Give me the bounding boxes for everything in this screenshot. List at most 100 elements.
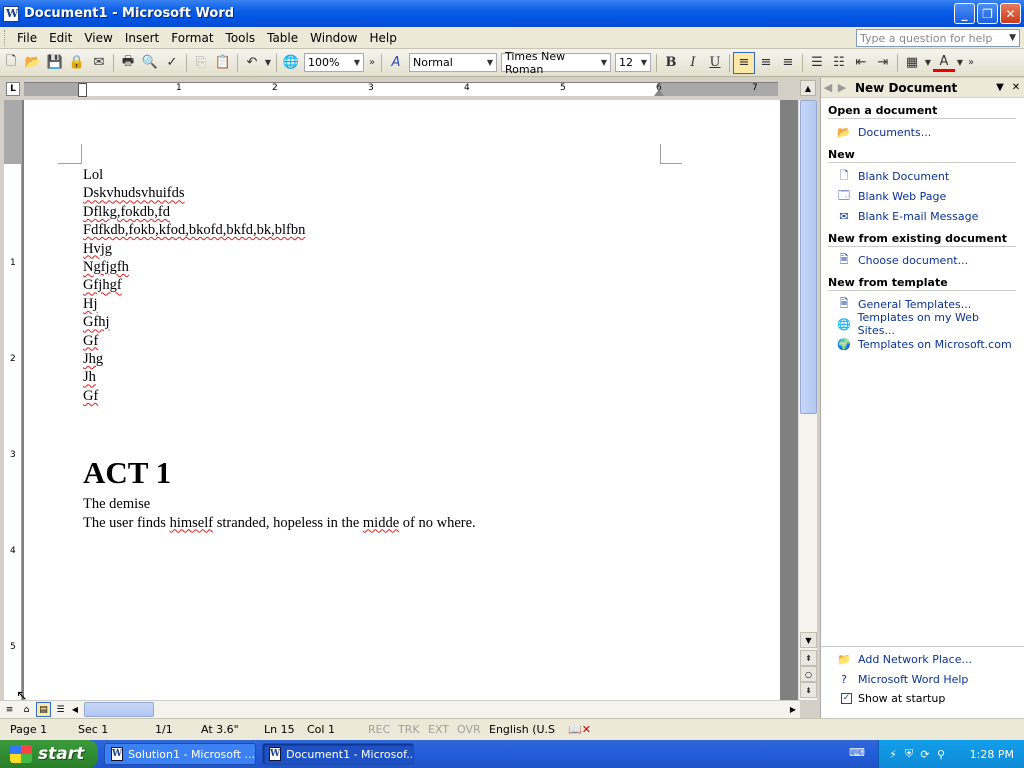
style-select[interactable]: Normal ▼: [409, 53, 497, 72]
menu-edit[interactable]: Edit: [43, 29, 78, 47]
vertical-scroll-thumb[interactable]: [800, 100, 817, 414]
back-arrow-icon[interactable]: ◀: [821, 81, 835, 94]
borders-dropdown-icon[interactable]: ▼: [923, 52, 933, 74]
network-tray-icon[interactable]: ⚡: [885, 748, 901, 761]
blank-email-link[interactable]: ✉ Blank E-mail Message: [828, 206, 1016, 226]
toolbar-options-icon[interactable]: »: [366, 52, 378, 74]
word-help-link[interactable]: ? Microsoft Word Help: [828, 669, 1024, 689]
word-app-icon[interactable]: [3, 5, 19, 22]
spelling-icon[interactable]: ✓: [161, 52, 183, 74]
print-layout-view-icon[interactable]: ▤: [36, 702, 51, 717]
link-label: Microsoft Word Help: [858, 672, 969, 686]
web-layout-view-icon[interactable]: ⌂: [19, 702, 34, 717]
blank-web-page-link[interactable]: 🗔 Blank Web Page: [828, 186, 1016, 206]
document-body[interactable]: Lol Dskvhudsvhuifds Dflkg,fokdb,fd Fdfkdb,f…: [83, 166, 763, 532]
forward-arrow-icon[interactable]: ▶: [835, 81, 849, 94]
documents-link[interactable]: 📂 Documents...: [828, 122, 1016, 142]
microsoft-templates-link[interactable]: 🌍 Templates on Microsoft.com: [828, 334, 1016, 354]
clock[interactable]: 1:28 PM: [970, 748, 1014, 761]
next-page-icon[interactable]: ⇟: [800, 682, 817, 698]
save-icon[interactable]: 💾: [44, 52, 66, 74]
vertical-scrollbar[interactable]: ▼ ⇞ ○ ⇟: [798, 100, 817, 700]
email-icon[interactable]: ✉: [88, 52, 110, 74]
align-right-icon[interactable]: ≡: [777, 52, 799, 74]
scroll-up-arrow-icon[interactable]: ▲: [800, 80, 816, 96]
align-left-icon[interactable]: ≡: [733, 51, 755, 74]
normal-view-icon[interactable]: ≡: [2, 702, 17, 717]
undo-dropdown-icon[interactable]: ▼: [263, 52, 273, 74]
status-ext[interactable]: EXT: [428, 723, 449, 736]
add-network-place-link[interactable]: 📁 Add Network Place...: [828, 649, 1024, 669]
toolbar-options-icon[interactable]: »: [965, 52, 977, 74]
insert-hyperlink-icon[interactable]: 🌐: [280, 52, 302, 74]
vertical-ruler[interactable]: 1 2 3 4 5: [4, 100, 22, 700]
security-shield-icon[interactable]: ⛨: [901, 747, 917, 761]
font-size-select[interactable]: 12 ▼: [615, 53, 651, 72]
align-center-icon[interactable]: ≡: [755, 52, 777, 74]
close-button[interactable]: ✕: [1000, 3, 1021, 24]
italic-button[interactable]: I: [682, 52, 704, 74]
bullets-icon[interactable]: ☷: [828, 52, 850, 74]
print-preview-icon[interactable]: 🔍: [139, 52, 161, 74]
underline-button[interactable]: U: [704, 52, 726, 74]
taskbar-item-solution1[interactable]: W Solution1 - Microsoft ...: [104, 743, 256, 765]
task-pane-close-icon[interactable]: ✕: [1008, 82, 1024, 93]
choose-document-link[interactable]: 🗎 Choose document...: [828, 250, 1016, 270]
tab-selector[interactable]: L: [6, 82, 20, 96]
decrease-indent-icon[interactable]: ⇤: [850, 52, 872, 74]
status-rec[interactable]: REC: [368, 723, 390, 736]
status-trk[interactable]: TRK: [398, 723, 420, 736]
zoom-select[interactable]: 100% ▼: [304, 53, 364, 72]
menu-help[interactable]: Help: [363, 29, 402, 47]
font-color-dropdown-icon[interactable]: ▼: [955, 52, 965, 74]
taskbar-item-document1[interactable]: W Document1 - Microsof...: [262, 743, 414, 765]
restore-button[interactable]: ❐: [977, 3, 998, 24]
scroll-down-arrow-icon[interactable]: ▼: [800, 632, 817, 648]
right-indent-marker[interactable]: [654, 89, 664, 96]
bold-button[interactable]: B: [660, 52, 682, 74]
increase-indent-icon[interactable]: ⇥: [872, 52, 894, 74]
font-color-icon[interactable]: A: [933, 54, 955, 72]
permission-icon[interactable]: 🔒: [66, 52, 88, 74]
scroll-right-arrow-icon[interactable]: ▶: [786, 703, 800, 717]
styles-formatting-icon[interactable]: A: [385, 52, 407, 74]
show-at-startup-checkbox[interactable]: ✓ Show at startup: [821, 689, 1024, 707]
numbering-icon[interactable]: ☰: [806, 52, 828, 74]
undo-icon[interactable]: ↶: [241, 52, 263, 74]
paste-icon[interactable]: 📋: [212, 52, 234, 74]
new-document-icon[interactable]: 🗋: [0, 52, 22, 74]
chevron-down-icon[interactable]: ▼: [1009, 33, 1016, 43]
horizontal-scrollbar[interactable]: ≡ ⌂ ▤ ☰ ◀ ▶: [0, 700, 800, 718]
previous-page-icon[interactable]: ⇞: [800, 650, 817, 666]
horizontal-ruler[interactable]: 1 2 3 4 5 6 7: [24, 82, 778, 97]
task-pane-menu-icon[interactable]: ▼: [992, 82, 1008, 93]
borders-icon[interactable]: ▦: [901, 52, 923, 74]
outline-view-icon[interactable]: ☰: [53, 702, 68, 717]
help-search-input[interactable]: Type a question for help ▼: [856, 29, 1020, 47]
menu-tools[interactable]: Tools: [220, 29, 262, 47]
open-folder-icon[interactable]: 📂: [22, 52, 44, 74]
blank-document-link[interactable]: 🗋 Blank Document: [828, 166, 1016, 186]
menu-table[interactable]: Table: [261, 29, 304, 47]
menu-view[interactable]: View: [78, 29, 118, 47]
search-tray-icon[interactable]: ⚲: [933, 748, 949, 761]
web-site-templates-link[interactable]: 🌐 Templates on my Web Sites...: [828, 311, 1016, 337]
menu-file[interactable]: File: [11, 29, 43, 47]
start-button[interactable]: start: [0, 740, 98, 768]
status-ovr[interactable]: OVR: [457, 723, 481, 736]
windows-flag-icon: [10, 745, 32, 763]
print-icon[interactable]: 🖶: [117, 52, 139, 74]
left-indent-marker[interactable]: [78, 83, 87, 97]
select-browse-object-icon[interactable]: ○: [800, 666, 817, 682]
menu-format[interactable]: Format: [165, 29, 219, 47]
keyboard-icon[interactable]: ⌨: [849, 746, 865, 760]
menu-insert[interactable]: Insert: [119, 29, 165, 47]
update-tray-icon[interactable]: ⟳: [917, 748, 933, 761]
copy-icon[interactable]: ⎘: [190, 52, 212, 74]
font-select[interactable]: Times New Roman ▼: [501, 50, 611, 76]
horizontal-scroll-thumb[interactable]: [84, 702, 154, 717]
minimize-button[interactable]: _: [954, 3, 975, 24]
menu-window[interactable]: Window: [304, 29, 363, 47]
spelling-status-icon[interactable]: 📖✕: [568, 723, 591, 736]
scroll-left-arrow-icon[interactable]: ◀: [68, 703, 82, 717]
